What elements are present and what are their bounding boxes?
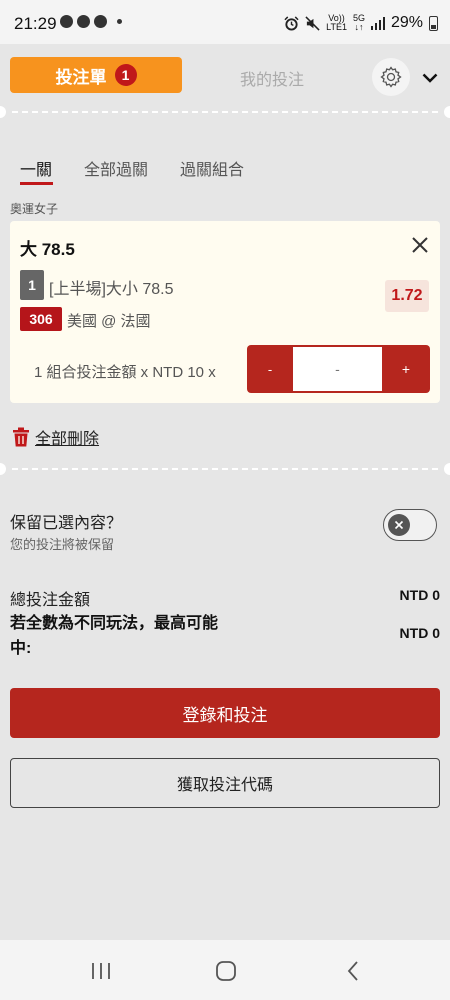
volte-indicator: Vo)) LTE1	[326, 13, 347, 32]
chrome-icon	[77, 15, 90, 28]
odds-badge: 1.72	[385, 280, 429, 312]
toggle-knob	[388, 514, 410, 536]
active-tab-indicator	[20, 182, 53, 185]
collapse-button[interactable]	[418, 66, 442, 90]
5g-indicator: 5G ↓↑	[352, 13, 365, 32]
close-icon	[412, 237, 428, 253]
market-index-badge: 1	[20, 270, 44, 300]
keep-selection-title: 保留已選內容？	[10, 515, 123, 532]
stake-input[interactable]	[293, 347, 382, 391]
stake-decrease-button[interactable]: -	[247, 345, 293, 393]
recent-apps-icon	[92, 963, 110, 979]
betslip-header: 投注單 1 我的投注	[0, 44, 450, 106]
recent-apps-button[interactable]	[86, 956, 116, 986]
get-bet-code-button[interactable]: 獲取投注代碼	[10, 758, 440, 808]
max-win-label: 若全數為不同玩法，最高可能中:	[10, 615, 219, 657]
total-stake-value: NTD 0	[399, 587, 440, 603]
remove-selection-button[interactable]	[408, 233, 432, 257]
stake-increase-button[interactable]: +	[382, 345, 430, 393]
trash-icon	[13, 427, 29, 447]
perforation-divider	[0, 463, 450, 475]
league-name: 奧運女子	[10, 202, 59, 216]
gear-icon	[380, 66, 402, 88]
status-bar: 21:29 Vo)) LTE1 5G ↓↑ 29%	[0, 0, 450, 44]
match-name: 美國 @ 法國	[67, 313, 151, 330]
max-win-value: NTD 0	[399, 625, 440, 641]
perforation-divider	[0, 106, 450, 118]
status-time: 21:29	[14, 14, 57, 33]
tab-bet-slip[interactable]: 投注單 1	[10, 57, 182, 93]
signal-icon	[370, 16, 385, 30]
keep-selection-toggle[interactable]	[383, 509, 437, 541]
stake-stepper: - +	[247, 345, 430, 393]
home-icon	[216, 961, 236, 981]
market-name: [上半場]大小 78.5	[49, 281, 174, 298]
keep-selection-subtitle: 您的投注將被保留	[10, 537, 115, 552]
settings-button[interactable]	[372, 58, 410, 96]
tab-parlay-combo[interactable]: 過關組合	[180, 156, 244, 180]
battery-percent: 29%	[390, 14, 423, 31]
bet-slip-label: 投注單	[55, 67, 107, 87]
alarm-icon	[284, 15, 299, 31]
notification-icons	[60, 15, 122, 28]
system-nav-bar	[0, 940, 450, 1000]
tab-all-parlay[interactable]: 全部過關	[84, 156, 148, 180]
delete-all-button[interactable]: 全部刪除	[12, 425, 99, 449]
match-id-badge: 306	[20, 307, 62, 331]
bet-selection-card: 大 78.5 1 [上半場]大小 78.5 1.72 306 美國 @ 法國 1…	[10, 221, 440, 403]
chevron-down-icon	[422, 73, 438, 83]
tab-single[interactable]: 一關	[20, 156, 52, 180]
mute-icon	[305, 15, 320, 31]
bet-count-badge: 1	[114, 64, 137, 86]
stake-label: 1 組合投注金額 x NTD 10 x	[34, 364, 216, 381]
close-icon	[394, 520, 404, 530]
total-stake-label: 總投注金額	[10, 592, 91, 609]
system-icons: Vo)) LTE1 5G ↓↑ 29%	[284, 14, 438, 32]
home-button[interactable]	[211, 956, 241, 986]
more-notifications-icon	[117, 19, 122, 24]
delete-all-label: 全部刪除	[35, 431, 100, 448]
line-app-icon	[60, 15, 73, 28]
chrome-icon	[94, 15, 107, 28]
tab-my-bets[interactable]: 我的投注	[206, 66, 338, 90]
back-button[interactable]	[338, 956, 368, 986]
login-and-bet-button[interactable]: 登錄和投注	[10, 688, 440, 738]
battery-icon	[429, 15, 438, 31]
bet-type-tabs: 一關 全部過關 過關組合	[0, 152, 450, 192]
back-icon	[347, 961, 358, 981]
selection-title: 大 78.5	[20, 240, 75, 259]
